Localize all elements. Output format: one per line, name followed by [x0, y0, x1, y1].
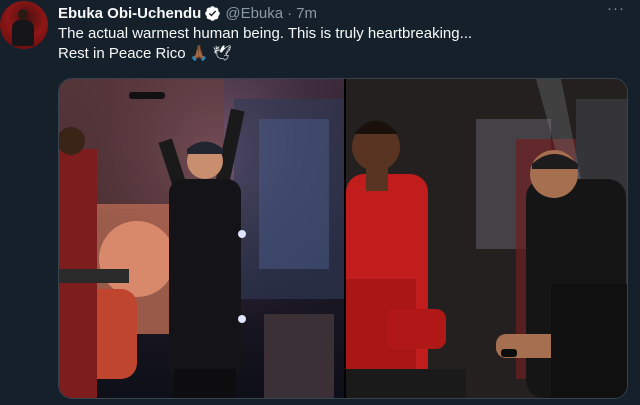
tweet-text: The actual warmest human being. This is …	[58, 24, 618, 64]
author-name[interactable]: Ebuka Obi-Uchendu	[58, 5, 201, 22]
stage-photo-left-illustration	[59, 79, 344, 398]
tweet-text-line: The actual warmest human being. This is …	[58, 25, 473, 42]
header-separator: ·	[287, 4, 293, 22]
avatar-figure-head	[18, 9, 28, 20]
tweet[interactable]: Ebuka Obi-Uchendu @Ebuka · 7m ··· The ac…	[0, 0, 640, 405]
stage-photo-right-illustration	[346, 79, 627, 398]
avatar-figure-body	[12, 20, 34, 46]
tweet-header: Ebuka Obi-Uchendu @Ebuka · 7m	[58, 4, 317, 22]
verified-badge-icon	[204, 5, 221, 22]
tweet-text-line: Rest in Peace Rico 🙏🏾 🕊	[58, 45, 232, 62]
author-handle[interactable]: @Ebuka	[225, 5, 283, 22]
media-grid	[58, 78, 628, 399]
tweet-photo-left[interactable]	[59, 79, 344, 398]
tweet-timestamp[interactable]: 7m	[296, 5, 317, 22]
more-options-icon[interactable]: ···	[604, 1, 628, 19]
tweet-photo-right[interactable]	[346, 79, 627, 398]
avatar[interactable]	[0, 1, 48, 49]
